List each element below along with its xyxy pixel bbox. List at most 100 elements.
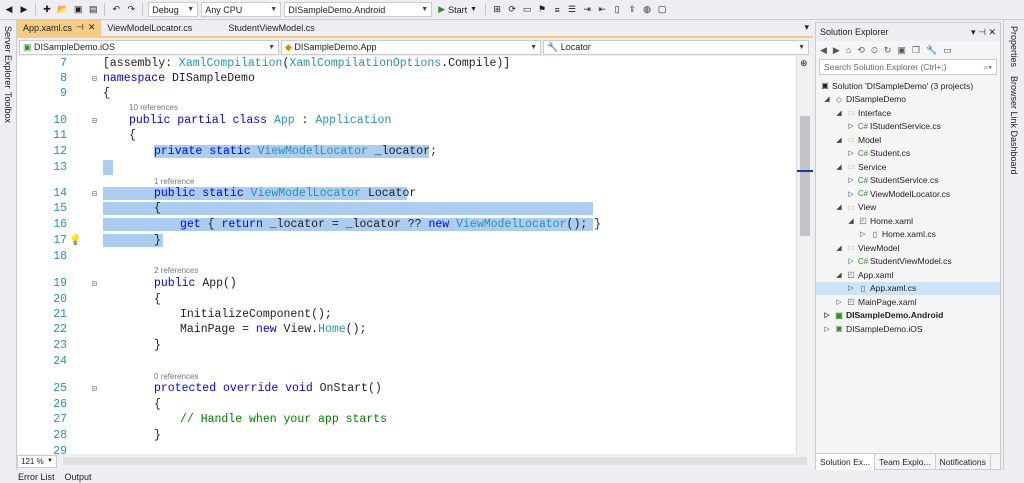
- collapsed-icon[interactable]: ▷: [858, 230, 868, 238]
- tree-item-file[interactable]: ◢ ◰ Home.xaml: [846, 214, 913, 228]
- attach-icon[interactable]: ⊞: [491, 3, 503, 17]
- comment-icon[interactable]: ☰: [566, 3, 578, 17]
- back-icon[interactable]: ◀: [3, 3, 15, 17]
- close-icon[interactable]: ✕: [88, 22, 96, 33]
- show-files-icon[interactable]: ❐: [912, 45, 920, 56]
- tree-item-folder[interactable]: ◢ ▭ Interface: [834, 106, 891, 120]
- emulator-icon[interactable]: ▢: [656, 3, 668, 17]
- editor-vertical-scrollbar[interactable]: ⊕: [796, 56, 813, 454]
- tree-item-folder[interactable]: ◢ ▭ Model: [834, 133, 881, 147]
- tree-item-file[interactable]: ◢ ◰ App.xaml: [834, 268, 893, 282]
- indent-icon[interactable]: ⇥: [581, 3, 593, 17]
- expanded-icon[interactable]: ◢: [834, 244, 844, 252]
- refresh-icon[interactable]: ↻: [884, 45, 892, 56]
- tree-item-file[interactable]: ▷ C# StudentService.cs: [846, 174, 938, 188]
- collapse-icon[interactable]: ⊟: [92, 384, 97, 394]
- history-icon[interactable]: ⏲: [871, 45, 878, 56]
- browser-link-dashboard-tab[interactable]: Browser Link Dashboard: [1009, 76, 1019, 175]
- properties-icon[interactable]: 🔧: [926, 45, 937, 56]
- expanded-icon[interactable]: ◢: [822, 95, 832, 103]
- collapsed-icon[interactable]: ▷: [822, 325, 832, 333]
- browser-icon[interactable]: ▭: [521, 3, 533, 17]
- collapsed-icon[interactable]: ▷: [822, 311, 832, 319]
- pin-icon[interactable]: ⊣: [76, 22, 84, 33]
- zoom-dropdown[interactable]: 121 % ▼: [17, 454, 57, 468]
- tree-item-folder[interactable]: ◢ ▭ View: [834, 201, 876, 215]
- forward-icon[interactable]: ▶: [833, 45, 840, 56]
- tree-item-solution[interactable]: ▣ Solution 'DISampleDemo' (3 projects): [818, 79, 973, 93]
- member-dropdown[interactable]: 🔧 Locator ▼: [543, 40, 809, 55]
- codelens-references[interactable]: 10 references: [129, 103, 178, 112]
- collapsed-icon[interactable]: ▷: [846, 257, 856, 265]
- pin-icon[interactable]: ⊣: [978, 27, 986, 37]
- collapse-all-icon[interactable]: ▣: [897, 45, 906, 56]
- tab-overflow-icon[interactable]: ▾: [804, 19, 813, 36]
- platform-dropdown[interactable]: Any CPU ▼: [201, 2, 282, 17]
- collapse-icon[interactable]: ⊟: [92, 189, 97, 199]
- tree-item-file[interactable]: ▷ C# ViewModelLocator.cs: [846, 187, 950, 201]
- collapsed-icon[interactable]: ▷: [846, 176, 856, 184]
- home-icon[interactable]: ⌂: [846, 45, 851, 55]
- server-explorer-tab[interactable]: Server Explorer: [3, 26, 13, 89]
- bookmark-icon[interactable]: ⚑: [536, 3, 548, 17]
- tree-item-project[interactable]: ▷ ▣ DISampleDemo.Android: [822, 309, 943, 323]
- codelens-references[interactable]: 0 references: [154, 372, 198, 381]
- new-project-icon[interactable]: ✚: [41, 3, 53, 17]
- collapsed-icon[interactable]: ▷: [846, 122, 856, 130]
- tab-studentviewmodel-cs[interactable]: StudentViewModel.cs: [222, 19, 320, 36]
- collapse-icon[interactable]: ⊟: [92, 74, 97, 84]
- codelens-references[interactable]: 2 references: [154, 266, 198, 275]
- tab-viewmodellocator-cs[interactable]: ViewModelLocator.cs: [101, 19, 222, 36]
- tab-team-explorer[interactable]: Team Explo...: [875, 454, 936, 470]
- back-icon[interactable]: ◀: [820, 45, 827, 56]
- save-all-icon[interactable]: ▤: [87, 3, 99, 17]
- project-dropdown[interactable]: ▣ DISampleDemo.iOS ▼: [19, 40, 279, 55]
- configuration-dropdown[interactable]: Debug ▼: [148, 2, 199, 17]
- tree-item-project[interactable]: ◢ ◇ DISampleDemo: [822, 93, 906, 107]
- tree-item-folder[interactable]: ◢ ▭ ViewModel: [834, 241, 899, 255]
- horizontal-scrollbar[interactable]: [63, 457, 807, 465]
- redo-icon[interactable]: ↷: [125, 3, 137, 17]
- start-button[interactable]: ▶ Start ▼: [435, 3, 480, 17]
- properties-tab[interactable]: Properties: [1009, 26, 1019, 67]
- collapsed-icon[interactable]: ▷: [846, 149, 856, 157]
- tree-item-file-selected[interactable]: ▷ ▯ App.xaml.cs: [816, 281, 1000, 295]
- sync-icon[interactable]: ⟲: [857, 45, 865, 56]
- tree-item-project[interactable]: ▷ ▣ DISampleDemo.iOS: [822, 322, 922, 336]
- outdent-icon[interactable]: ⇤: [596, 3, 608, 17]
- tree-item-folder[interactable]: ◢ ▭ Service: [834, 160, 886, 174]
- collapse-icon[interactable]: ⊟: [92, 279, 97, 289]
- collapsed-icon[interactable]: ▷: [846, 284, 856, 292]
- solution-search-input[interactable]: Search Solution Explorer (Ctrl+;) ⌕▾: [819, 59, 997, 75]
- expanded-icon[interactable]: ◢: [834, 109, 844, 117]
- output-tab[interactable]: Output: [65, 472, 92, 482]
- tree-item-file[interactable]: ▷ ◰ MainPage.xaml: [834, 295, 916, 309]
- expanded-icon[interactable]: ◢: [846, 217, 856, 225]
- undo-icon[interactable]: ↶: [110, 3, 122, 17]
- expanded-icon[interactable]: ◢: [834, 271, 844, 279]
- error-list-tab[interactable]: Error List: [18, 472, 55, 482]
- save-icon[interactable]: ▣: [72, 3, 84, 17]
- open-icon[interactable]: 📂: [56, 3, 69, 17]
- android-icon[interactable]: ◍: [641, 3, 653, 17]
- format-icon[interactable]: ≡: [551, 3, 563, 17]
- collapse-icon[interactable]: ⊟: [92, 116, 97, 126]
- expanded-icon[interactable]: ◢: [834, 136, 844, 144]
- refresh-icon[interactable]: ⟳: [506, 3, 518, 17]
- split-icon[interactable]: ⊕: [800, 58, 808, 69]
- expanded-icon[interactable]: ◢: [834, 203, 844, 211]
- dropdown-icon[interactable]: ▾: [971, 27, 976, 37]
- deploy-icon[interactable]: ⇪: [626, 3, 638, 17]
- tree-item-file[interactable]: ▷ C# IStudentService.cs: [846, 120, 941, 134]
- collapsed-icon[interactable]: ▷: [846, 190, 856, 198]
- tree-item-file[interactable]: ▷ C# StudentViewModel.cs: [846, 255, 951, 269]
- codelens-references[interactable]: 1 reference: [154, 177, 194, 186]
- preview-icon[interactable]: ▭: [943, 45, 952, 56]
- toolbox-tab[interactable]: Toolbox: [3, 92, 13, 123]
- tab-solution-explorer[interactable]: Solution Ex...: [816, 454, 876, 470]
- startup-project-dropdown[interactable]: DISampleDemo.Android ▼: [284, 2, 433, 17]
- lightbulb-icon[interactable]: 💡: [69, 235, 81, 247]
- collapsed-icon[interactable]: ▷: [834, 298, 844, 306]
- class-dropdown[interactable]: ◆ DISampleDemo.App ▼: [281, 40, 541, 55]
- tree-item-file[interactable]: ▷ ▯ Home.xaml.cs: [858, 228, 936, 242]
